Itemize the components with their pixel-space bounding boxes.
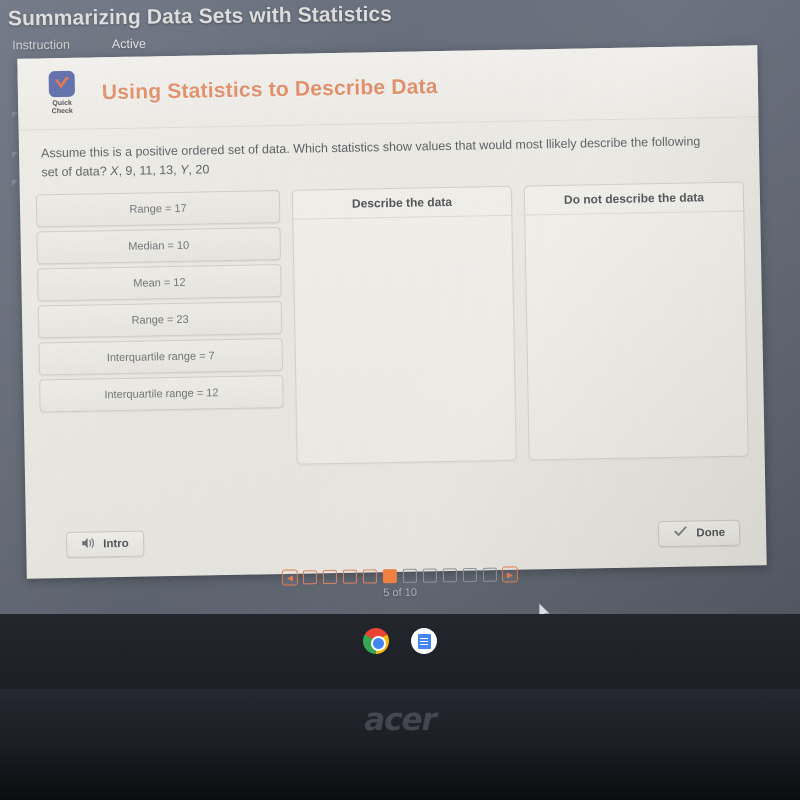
answer-tiles: Range = 17 Median = 10 Mean = 12 Range =… xyxy=(35,190,285,469)
quick-check-label: Quick Check xyxy=(34,99,90,117)
nav-item-active[interactable]: Active xyxy=(112,37,146,51)
laptop-photo: Summarizing Data Sets with Statistics In… xyxy=(0,0,800,800)
quick-check-line2: Check xyxy=(51,107,73,116)
checkmark-icon xyxy=(48,70,75,97)
dropzone-body[interactable] xyxy=(293,216,515,464)
page-dot-7[interactable] xyxy=(422,568,437,583)
taskbar xyxy=(0,628,800,654)
base-shadow xyxy=(0,745,800,800)
dropzone-title: Do not describe the data xyxy=(524,182,744,216)
page-dot-3[interactable] xyxy=(342,569,357,584)
page-dot-4[interactable] xyxy=(362,569,377,584)
quick-check-badge: Quick Check xyxy=(34,70,91,117)
lesson-card: Quick Check Using Statistics to Describe… xyxy=(17,45,767,579)
prompt-line-1: Assume this is a positive ordered set of… xyxy=(40,135,649,161)
triangle-right-icon[interactable]: ▶ xyxy=(501,566,518,583)
card-title: Using Statistics to Describe Data xyxy=(101,74,438,104)
triangle-left-icon[interactable]: ◀ xyxy=(281,569,299,586)
speaker-icon xyxy=(81,536,95,552)
nav-item-instruction[interactable]: Instruction xyxy=(12,38,70,53)
page-dot-6[interactable] xyxy=(402,568,417,583)
answer-tile[interactable]: Median = 10 xyxy=(36,227,282,265)
answer-tile[interactable]: Mean = 12 xyxy=(37,264,282,302)
lesson-title: Summarizing Data Sets with Statistics xyxy=(7,2,393,31)
mouse-cursor xyxy=(538,602,552,614)
page-dot-5[interactable] xyxy=(382,569,397,584)
checkmark-icon xyxy=(673,526,688,542)
intro-button-label: Intro xyxy=(103,537,129,551)
answer-tile[interactable]: Interquartile range = 7 xyxy=(38,338,284,376)
intro-audio-button[interactable]: Intro xyxy=(65,530,145,559)
card-header: Quick Check Using Statistics to Describe… xyxy=(17,45,759,131)
answer-tile[interactable]: Range = 23 xyxy=(37,301,283,339)
chrome-icon[interactable] xyxy=(363,628,389,654)
margin-mark xyxy=(12,180,18,186)
page-counter: 5 of 10 xyxy=(383,586,418,600)
google-docs-icon[interactable] xyxy=(411,628,437,654)
answer-tile[interactable]: Range = 17 xyxy=(35,190,281,228)
page-dot-1[interactable] xyxy=(302,570,318,585)
acer-brand-logo: acer xyxy=(364,702,437,738)
page-dot-8[interactable] xyxy=(442,568,457,583)
laptop-screen: Summarizing Data Sets with Statistics In… xyxy=(0,0,800,614)
page-dot-10[interactable] xyxy=(482,567,497,582)
pagination-controls: ◀ ▶ xyxy=(281,566,518,586)
done-button-label: Done xyxy=(696,526,726,540)
done-button[interactable]: Done xyxy=(658,519,741,548)
page-dot-9[interactable] xyxy=(462,567,477,583)
prompt-numbers-1: , 9, 11, 13, xyxy=(118,162,181,178)
dropzone-do-not-describe-the-data[interactable]: Do not describe the data xyxy=(523,181,749,461)
dropzone-describe-the-data[interactable]: Describe the data xyxy=(291,185,517,465)
work-area: Range = 17 Median = 10 Mean = 12 Range =… xyxy=(20,173,765,470)
margin-mark xyxy=(12,112,18,118)
page-dot-2[interactable] xyxy=(322,569,337,585)
answer-tile[interactable]: Interquartile range = 12 xyxy=(39,375,284,413)
prompt-numbers-2: , 20 xyxy=(188,162,210,177)
dropzone-title: Describe the data xyxy=(292,186,512,220)
page-header: Summarizing Data Sets with Statistics In… xyxy=(8,1,569,53)
margin-mark xyxy=(12,152,18,158)
dropzone-body[interactable] xyxy=(525,212,747,460)
